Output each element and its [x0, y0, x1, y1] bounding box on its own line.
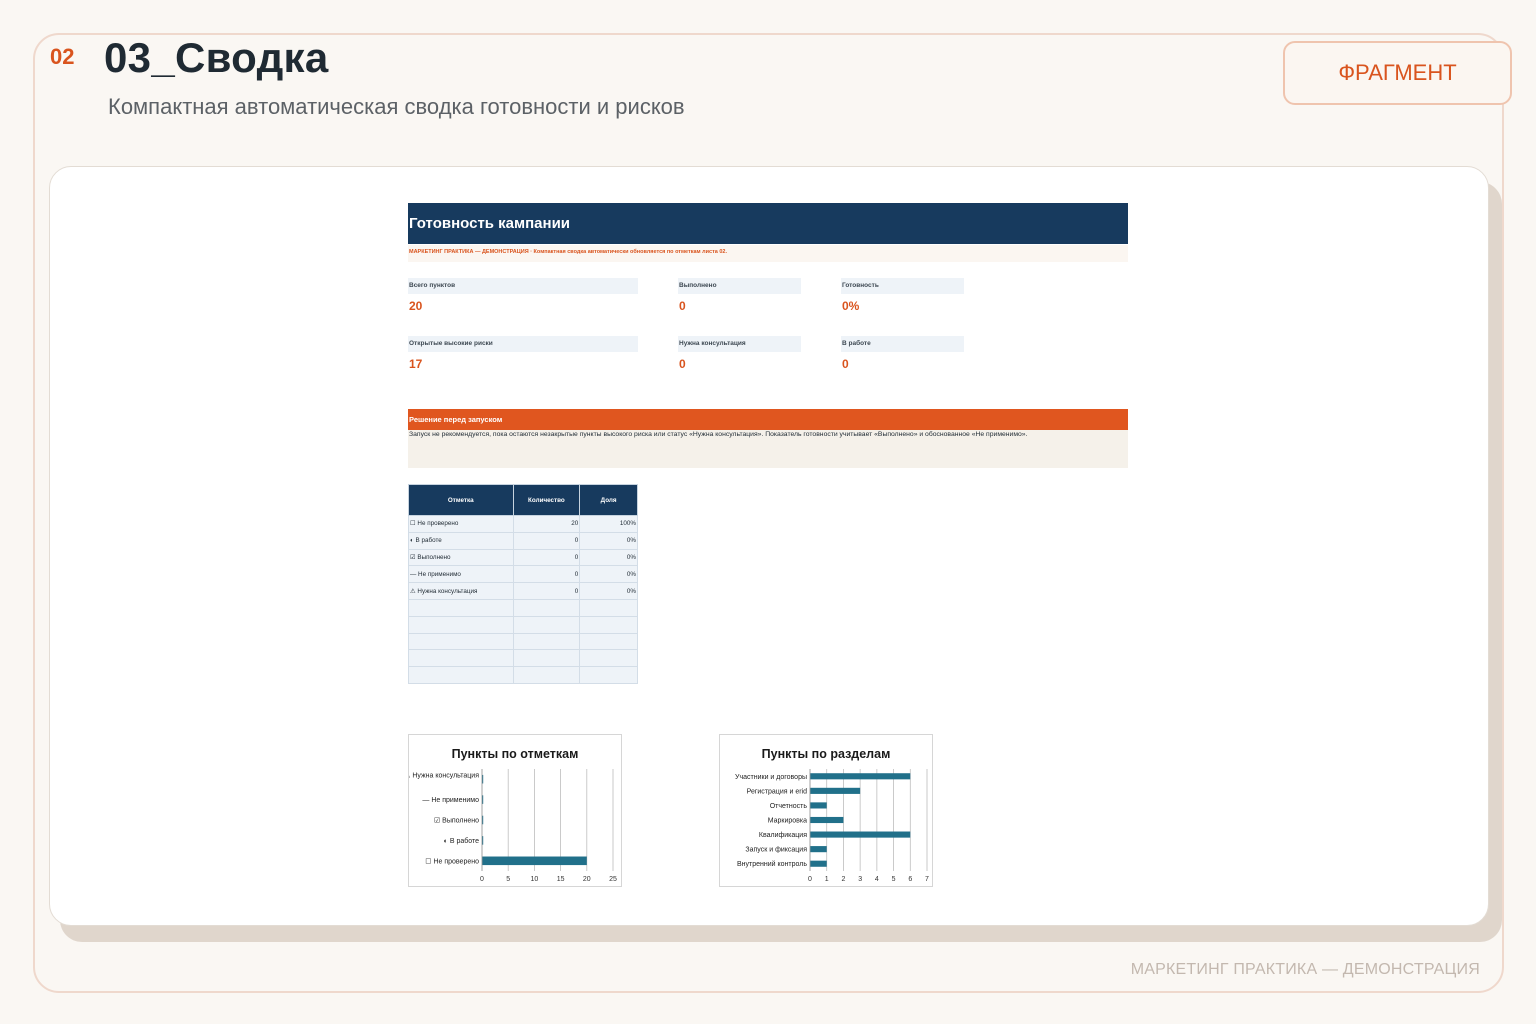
x-tick-label: 3 — [858, 876, 862, 883]
decision-text: Запуск не рекомендуется, пока остаются н… — [408, 430, 1128, 468]
table-cell-mark: — Не применимо — [408, 565, 514, 584]
x-tick-label: 5 — [506, 876, 510, 883]
table-cell-share: 0% — [579, 565, 638, 584]
y-tick-label: Запуск и фиксация — [745, 847, 807, 854]
x-tick-label: 1 — [825, 876, 829, 883]
slide-title: 03_Сводка — [104, 34, 329, 81]
kpi-label-total: Всего пунктов — [408, 278, 638, 294]
chart-by-sections-svg: Пункты по разделам 0 1 2 3 4 5 6 7 Участники и до… — [735, 747, 929, 883]
slide-subtitle: Компактная автоматическая сводка готовно… — [108, 94, 685, 119]
table-cell-share: 0% — [579, 548, 638, 567]
table-cell-count: 0 — [512, 565, 581, 584]
table-cell-share: 0% — [579, 582, 638, 600]
status-table: Отметка Количество Доля ☐ Не проверено 2… — [408, 484, 638, 684]
table-cell-share: 0% — [579, 531, 638, 550]
kpi-label-high-risks: Открытые высокие риски — [408, 336, 638, 352]
kpi-value-done: 0 — [679, 299, 686, 313]
bar — [810, 816, 844, 824]
table-row-empty — [408, 632, 638, 651]
table-cell-mark: ☐ Не проверено — [408, 515, 514, 533]
kpi-value-readiness: 0% — [842, 299, 860, 313]
x-tick-label: 6 — [908, 876, 912, 883]
table-row: ☑ Выполнено 0 0% — [408, 548, 638, 567]
table-cell-share: 100% — [579, 515, 638, 533]
y-tick-label: Маркировка — [768, 818, 807, 825]
sheet-title: Готовность кампании — [408, 203, 1128, 244]
x-tick-label: 20 — [583, 876, 591, 883]
slide-number: 02 — [50, 44, 75, 69]
table-header-mark: Отметка — [408, 484, 514, 516]
kpi-label-consult: Нужна консультация — [678, 336, 801, 352]
y-tick-label: Отчетность — [770, 803, 808, 810]
y-tick-label: ⚠ Нужна консультация — [409, 772, 479, 780]
kpi-label-readiness: Готовность — [841, 278, 964, 294]
x-tick-label: 4 — [875, 876, 879, 883]
bar — [810, 860, 827, 867]
table-row-empty — [408, 598, 638, 617]
footer-caption: МАРКЕТИНГ ПРАКТИКА — ДЕМОНСТРАЦИЯ — [1130, 961, 1480, 978]
chart-by-marks-svg: Пункты по отметкам 0 5 10 15 20 25 ⚠ Нужна конс… — [409, 747, 617, 883]
table-row: ◐ В работе 0 0% — [408, 531, 638, 550]
x-tick-label: 2 — [841, 876, 845, 883]
chart-by-sections: Пункты по разделам 0 1 2 3 4 5 6 7 Участники и до… — [719, 734, 933, 887]
y-tick-label: ◐ В работе — [444, 837, 479, 845]
bar — [810, 773, 911, 780]
bar — [810, 846, 827, 853]
kpi-label-done: Выполнено — [678, 278, 801, 294]
y-tick-label: Участники и договоры — [735, 774, 807, 781]
y-tick-label: Регистрация и erid — [747, 788, 807, 795]
table-cell-count: 20 — [512, 515, 581, 533]
x-tick-label: 25 — [609, 876, 617, 883]
x-tick-label: 0 — [480, 876, 484, 883]
x-tick-label: 15 — [557, 876, 565, 883]
chart-title: Пункты по разделам — [762, 747, 891, 761]
table-header-share: Доля — [579, 484, 638, 516]
table-row: ☐ Не проверено 20 100% — [408, 515, 638, 533]
kpi-label-in-progress: В работе — [841, 336, 964, 352]
kpi-value-in-progress: 0 — [842, 357, 849, 371]
y-tick-label: Внутренний контроль — [737, 860, 807, 868]
table-cell-mark: ⚠ Нужна консультация — [408, 582, 514, 600]
table-header-count: Количество — [512, 484, 581, 516]
table-cell-count: 0 — [512, 582, 581, 600]
y-tick-label: Квалификация — [759, 832, 807, 839]
table-cell-count: 0 — [512, 531, 581, 550]
bar — [810, 831, 911, 838]
x-tick-label: 10 — [531, 876, 539, 883]
sheet-note: МАРКЕТИНГ ПРАКТИКА — ДЕМОНСТРАЦИЯ · Комп… — [408, 245, 1128, 262]
table-row-empty — [408, 666, 638, 684]
kpi-value-high-risks: 17 — [409, 357, 423, 371]
x-tick-label: 7 — [925, 876, 929, 883]
table-row-empty — [408, 649, 638, 668]
table-cell-count: 0 — [512, 548, 581, 567]
y-tick-label: — Не применимо — [422, 797, 479, 804]
chart-title: Пункты по отметкам — [452, 747, 579, 761]
bar — [810, 802, 827, 809]
y-tick-label: ☑ Выполнено — [434, 817, 479, 825]
kpi-value-total: 20 — [409, 299, 423, 313]
table-row: — Не применимо 0 0% — [408, 565, 638, 584]
kpi-value-consult: 0 — [679, 357, 686, 371]
decision-title: Решение перед запуском — [408, 409, 1128, 430]
table-row-empty — [408, 615, 638, 634]
bar — [810, 787, 861, 794]
chart-by-marks: Пункты по отметкам 0 5 10 15 20 25 ⚠ Нужна конс… — [408, 734, 622, 887]
y-tick-label: ☐ Не проверено — [425, 857, 479, 865]
x-tick-label: 5 — [892, 876, 896, 883]
fragment-tag-button[interactable]: ФРАГМЕНТ — [1283, 41, 1512, 105]
table-row: ⚠ Нужна консультация 0 0% — [408, 582, 638, 600]
x-tick-label: 0 — [808, 876, 812, 883]
table-cell-mark: ◐ В работе — [408, 531, 514, 550]
table-cell-mark: ☑ Выполнено — [408, 548, 514, 567]
bar — [482, 856, 587, 866]
